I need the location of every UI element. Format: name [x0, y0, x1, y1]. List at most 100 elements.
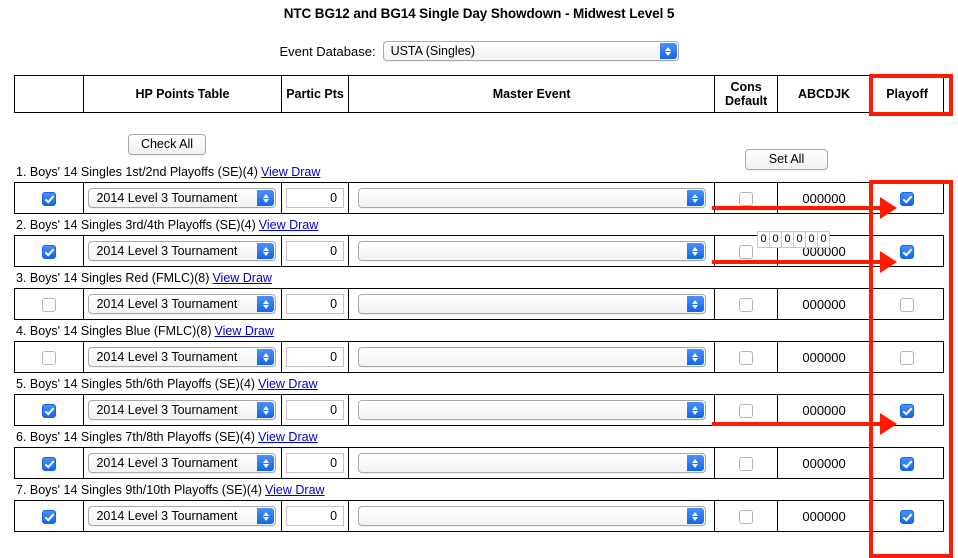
cons-default-checkbox[interactable] [739, 191, 754, 206]
abcdjk-digits-cell[interactable]: 0 [824, 403, 831, 418]
hp-points-table-select[interactable]: 2014 Level 3 Tournament [88, 188, 277, 208]
abcdjk-digits-cell[interactable]: 0 [810, 456, 817, 471]
master-event-select[interactable] [357, 188, 706, 208]
view-draw-link[interactable]: View Draw [258, 430, 318, 444]
cell-cons-default[interactable] [714, 288, 778, 320]
abcdjk-digits-cell[interactable]: 0 [802, 456, 809, 471]
cell-playoff[interactable] [870, 341, 944, 373]
playoff-checkbox[interactable] [900, 297, 915, 312]
cell-partic-pts[interactable]: 0 [281, 394, 349, 426]
playoff-checkbox[interactable] [900, 350, 915, 365]
view-draw-link[interactable]: View Draw [212, 271, 272, 285]
cell-hp-points-table[interactable]: 2014 Level 3 Tournament [82, 447, 283, 479]
abcdjk-digits-cell[interactable]: 0 [839, 244, 846, 259]
playoff-checkbox[interactable] [900, 509, 915, 524]
cell-master-event[interactable] [347, 182, 716, 214]
abcdjk-digits-cell[interactable]: 0 [817, 191, 824, 206]
hp-points-table-select[interactable]: 2014 Level 3 Tournament [88, 453, 277, 473]
abcdjk-digits-cell[interactable]: 0 [817, 350, 824, 365]
cell-master-event[interactable] [347, 288, 716, 320]
abcdjk-digits-cell[interactable]: 0 [817, 456, 824, 471]
abcdjk-digits-cell[interactable]: 0 [839, 403, 846, 418]
abcdjk-digits[interactable]: 000000 [802, 456, 845, 471]
master-event-select[interactable] [357, 400, 706, 420]
abcdjk-digits-cell[interactable]: 0 [810, 403, 817, 418]
abcdjk-digits-cell[interactable]: 0 [810, 350, 817, 365]
view-draw-link[interactable]: View Draw [259, 218, 319, 232]
cell-hp-points-table[interactable]: 2014 Level 3 Tournament [82, 182, 283, 214]
cell-master-event[interactable] [347, 394, 716, 426]
hp-points-table-select[interactable]: 2014 Level 3 Tournament [88, 347, 277, 367]
partic-pts-input[interactable]: 0 [286, 188, 345, 208]
cell-partic-pts[interactable]: 0 [281, 235, 349, 267]
abcdjk-digits-cell[interactable]: 0 [824, 297, 831, 312]
row-select-checkbox[interactable] [41, 297, 56, 312]
cell-master-event[interactable] [347, 447, 716, 479]
cons-default-checkbox[interactable] [739, 403, 754, 418]
abcdjk-digits-cell[interactable]: 0 [831, 244, 838, 259]
partic-pts-input[interactable]: 0 [286, 506, 345, 526]
hp-points-table-select[interactable]: 2014 Level 3 Tournament [88, 294, 277, 314]
row-select-checkbox[interactable] [41, 350, 56, 365]
abcdjk-digits-cell[interactable]: 0 [810, 297, 817, 312]
cell-hp-points-table[interactable]: 2014 Level 3 Tournament [82, 288, 283, 320]
cons-default-checkbox[interactable] [739, 350, 754, 365]
partic-pts-input[interactable]: 0 [286, 241, 345, 261]
master-event-select[interactable] [357, 506, 706, 526]
abcdjk-digits-cell[interactable]: 0 [839, 350, 846, 365]
event-database-select[interactable]: USTA (Singles) [382, 41, 679, 61]
abcdjk-digits-cell[interactable]: 0 [831, 509, 838, 524]
partic-pts-input[interactable]: 0 [286, 453, 345, 473]
abcdjk-digits-cell[interactable]: 0 [817, 297, 824, 312]
abcdjk-digits-cell[interactable]: 0 [839, 456, 846, 471]
cons-default-checkbox[interactable] [739, 456, 754, 471]
check-all-button[interactable]: Check All [128, 134, 206, 155]
cell-partic-pts[interactable]: 0 [281, 182, 349, 214]
set-all-digit-inputs[interactable]: 000000 [757, 231, 830, 248]
cell-select-checkbox[interactable] [14, 447, 84, 479]
abcdjk-digits-cell[interactable]: 0 [817, 509, 824, 524]
cell-hp-points-table[interactable]: 2014 Level 3 Tournament [82, 500, 283, 532]
playoff-checkbox[interactable] [900, 403, 915, 418]
abcdjk-digits-cell[interactable]: 0 [817, 403, 824, 418]
cell-select-checkbox[interactable] [14, 182, 84, 214]
abcdjk-digits-cell[interactable]: 0 [810, 191, 817, 206]
view-draw-link[interactable]: View Draw [215, 324, 275, 338]
abcdjk-digits-cell[interactable]: 0 [802, 403, 809, 418]
cell-cons-default[interactable] [714, 341, 778, 373]
cell-abcdjk[interactable]: 000000 [776, 394, 872, 426]
abcdjk-digits-cell[interactable]: 0 [831, 403, 838, 418]
cell-playoff[interactable] [870, 288, 944, 320]
view-draw-link[interactable]: View Draw [265, 483, 325, 497]
playoff-checkbox[interactable] [900, 191, 915, 206]
cell-master-event[interactable] [347, 341, 716, 373]
cell-cons-default[interactable] [714, 500, 778, 532]
cell-select-checkbox[interactable] [14, 235, 84, 267]
abcdjk-digits[interactable]: 000000 [802, 297, 845, 312]
master-event-select[interactable] [357, 294, 706, 314]
abcdjk-digits-cell[interactable]: 0 [824, 456, 831, 471]
hp-points-table-select[interactable]: 2014 Level 3 Tournament [88, 241, 277, 261]
cell-hp-points-table[interactable]: 2014 Level 3 Tournament [82, 341, 283, 373]
cons-default-checkbox[interactable] [739, 244, 754, 259]
cell-master-event[interactable] [347, 500, 716, 532]
abcdjk-digits-cell[interactable]: 0 [839, 509, 846, 524]
cell-cons-default[interactable] [714, 447, 778, 479]
master-event-select[interactable] [357, 347, 706, 367]
row-select-checkbox[interactable] [41, 509, 56, 524]
abcdjk-digits-cell[interactable]: 0 [802, 191, 809, 206]
playoff-checkbox[interactable] [900, 244, 915, 259]
cell-hp-points-table[interactable]: 2014 Level 3 Tournament [82, 235, 283, 267]
abcdjk-digits-cell[interactable]: 0 [810, 509, 817, 524]
abcdjk-digits-cell[interactable]: 0 [839, 297, 846, 312]
cell-cons-default[interactable] [714, 394, 778, 426]
cell-master-event[interactable] [347, 235, 716, 267]
abcdjk-digits-cell[interactable]: 0 [824, 509, 831, 524]
cell-playoff[interactable] [870, 182, 944, 214]
cell-select-checkbox[interactable] [14, 341, 84, 373]
cell-select-checkbox[interactable] [14, 288, 84, 320]
cell-playoff[interactable] [870, 235, 944, 267]
cons-default-checkbox[interactable] [739, 297, 754, 312]
abcdjk-digits[interactable]: 000000 [802, 509, 845, 524]
cell-partic-pts[interactable]: 0 [281, 500, 349, 532]
